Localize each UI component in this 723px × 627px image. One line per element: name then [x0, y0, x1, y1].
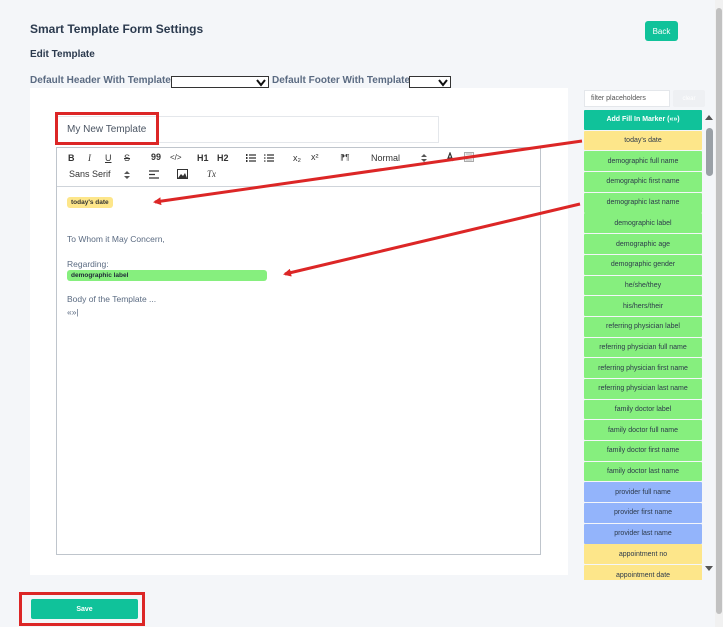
- rich-text-editor[interactable]: [56, 147, 541, 555]
- bold-button[interactable]: B: [68, 153, 75, 163]
- placeholder-item[interactable]: demographic full name: [584, 151, 702, 172]
- text-color-icon[interactable]: [445, 152, 455, 162]
- highlight-box-template-name: [55, 112, 159, 145]
- back-button[interactable]: Back: [645, 21, 678, 41]
- placeholder-item[interactable]: referring physician label: [584, 316, 702, 337]
- font-select[interactable]: Sans Serif: [69, 169, 111, 179]
- placeholder-item[interactable]: demographic label: [584, 213, 702, 234]
- heading2-button[interactable]: H2: [217, 153, 229, 163]
- ordered-list-icon[interactable]: [246, 153, 256, 163]
- page-scroll-thumb[interactable]: [716, 8, 722, 614]
- bullet-list-icon[interactable]: [264, 153, 274, 163]
- placeholder-chip-today: today's date: [67, 197, 113, 208]
- default-footer-select[interactable]: [409, 76, 451, 88]
- placeholder-item[interactable]: provider full name: [584, 482, 702, 503]
- chevron-down-icon: [256, 79, 266, 87]
- chevron-down-icon: [438, 79, 448, 87]
- align-left-icon[interactable]: [149, 170, 159, 179]
- code-button[interactable]: </>: [170, 153, 182, 162]
- scroll-down-icon[interactable]: [705, 566, 713, 572]
- placeholder-item[interactable]: today's date: [584, 130, 702, 151]
- placeholder-item[interactable]: provider last name: [584, 523, 702, 544]
- underline-button[interactable]: U: [105, 153, 112, 163]
- section-subtitle: Edit Template: [30, 49, 95, 60]
- body-text: Body of the Template ...: [67, 294, 157, 304]
- regarding-text: Regarding:: [67, 259, 109, 269]
- image-icon[interactable]: [177, 169, 188, 179]
- clear-filter-button[interactable]: clear: [673, 90, 705, 107]
- placeholder-item[interactable]: provider first name: [584, 503, 702, 523]
- scroll-up-icon[interactable]: [705, 114, 713, 120]
- placeholder-item[interactable]: demographic gender: [584, 254, 702, 275]
- superscript-button[interactable]: x²: [311, 152, 319, 162]
- page-title: Smart Template Form Settings: [30, 22, 204, 36]
- add-fill-in-marker-button[interactable]: Add Fill In Marker («»): [584, 110, 702, 130]
- default-header-select[interactable]: [171, 76, 269, 88]
- placeholder-item[interactable]: demographic age: [584, 234, 702, 254]
- text-direction-button[interactable]: ⁋¶: [340, 153, 349, 162]
- placeholder-chip-demographic-label: demographic label: [67, 270, 267, 281]
- fill-in-marker: «»|: [67, 307, 79, 317]
- heading1-button[interactable]: H1: [197, 153, 209, 163]
- placeholder-item[interactable]: demographic last name: [584, 192, 702, 213]
- placeholder-list: Add Fill In Marker («») today's date demo…: [584, 110, 702, 580]
- placeholder-scrollbar[interactable]: [705, 114, 713, 576]
- default-footer-label: Default Footer With Template: [272, 75, 411, 86]
- subscript-button[interactable]: x₂: [293, 153, 301, 163]
- italic-button[interactable]: I: [88, 153, 91, 163]
- size-select-arrows-icon: [421, 154, 427, 162]
- placeholder-item[interactable]: referring physician last name: [584, 378, 702, 399]
- size-select[interactable]: Normal: [371, 153, 400, 163]
- placeholder-item[interactable]: family doctor label: [584, 399, 702, 420]
- greeting-text: To Whom it May Concern,: [67, 234, 165, 244]
- background-color-icon[interactable]: [464, 152, 474, 162]
- placeholder-item[interactable]: referring physician first name: [584, 358, 702, 379]
- font-select-arrows-icon: [124, 171, 130, 179]
- clear-format-button[interactable]: Tx: [207, 169, 216, 179]
- placeholder-item[interactable]: appointment no: [584, 544, 702, 565]
- placeholder-scroll-thumb[interactable]: [706, 128, 713, 176]
- placeholder-item[interactable]: he/she/they: [584, 275, 702, 296]
- placeholder-item[interactable]: family doctor first name: [584, 441, 702, 461]
- placeholder-item[interactable]: referring physician full name: [584, 337, 702, 358]
- filter-placeholders-input[interactable]: filter placeholders: [584, 90, 670, 107]
- placeholder-item[interactable]: demographic first name: [584, 172, 702, 192]
- placeholder-item[interactable]: his/hers/their: [584, 296, 702, 316]
- strike-button[interactable]: S: [124, 153, 130, 163]
- placeholder-item[interactable]: family doctor full name: [584, 420, 702, 441]
- highlight-box-save: [19, 592, 145, 626]
- toolbar-divider: [57, 186, 540, 187]
- blockquote-button[interactable]: 99: [151, 152, 161, 162]
- placeholder-item[interactable]: appointment date: [584, 565, 702, 580]
- placeholder-item[interactable]: family doctor last name: [584, 461, 702, 482]
- default-header-label: Default Header With Template: [30, 75, 171, 86]
